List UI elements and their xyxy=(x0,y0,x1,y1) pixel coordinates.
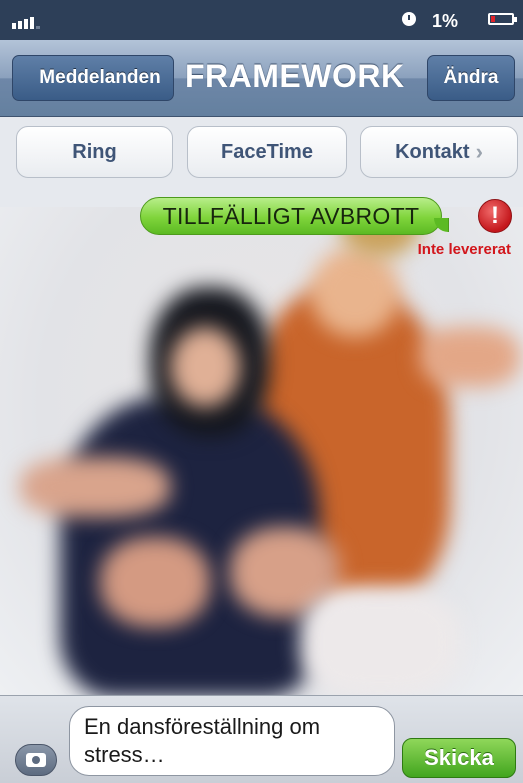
call-label: Ring xyxy=(72,140,117,163)
call-button[interactable]: Ring xyxy=(16,126,173,178)
camera-button[interactable] xyxy=(15,744,57,776)
delivery-status: Inte levererat xyxy=(417,241,511,258)
clock-icon xyxy=(402,12,416,26)
message-input-line-2: stress… xyxy=(84,742,165,767)
message-composer: En dansföreställning om stress… Skicka xyxy=(0,695,523,783)
error-alert-icon[interactable]: ! xyxy=(478,199,512,233)
edit-button[interactable]: Ändra xyxy=(427,55,515,101)
facetime-label: FaceTime xyxy=(221,140,313,163)
message-input[interactable]: En dansföreställning om stress… xyxy=(69,706,395,776)
conversation-title: FRAMEWORK xyxy=(185,58,405,94)
status-bar: 1% xyxy=(0,0,523,40)
facetime-button[interactable]: FaceTime xyxy=(187,126,347,178)
navigation-bar: Meddelanden FRAMEWORK Ändra xyxy=(0,40,523,117)
contact-label: Kontakt xyxy=(395,140,470,163)
message-input-line-1: En dansföreställning om xyxy=(84,714,321,739)
contact-button[interactable]: Kontakt › xyxy=(360,126,518,178)
message-text: TILLFÄLLIGT AVBROTT xyxy=(162,202,420,229)
message-row: TILLFÄLLIGT AVBROTT ! Inte levererat xyxy=(0,193,523,263)
battery-icon xyxy=(488,13,517,25)
contact-actions: Ring FaceTime Kontakt › xyxy=(0,126,523,178)
conversation-area[interactable]: Ring FaceTime Kontakt › TILLFÄLLIGT AVBR… xyxy=(0,117,523,695)
camera-icon xyxy=(26,753,46,767)
message-bubble[interactable]: TILLFÄLLIGT AVBROTT xyxy=(140,197,449,235)
signal-icon xyxy=(12,17,40,29)
background-photo xyxy=(0,207,523,695)
chevron-right-icon: › xyxy=(475,139,483,164)
back-button[interactable]: Meddelanden xyxy=(12,55,174,101)
send-button[interactable]: Skicka xyxy=(402,738,516,778)
battery-percent: 1% xyxy=(432,11,459,31)
